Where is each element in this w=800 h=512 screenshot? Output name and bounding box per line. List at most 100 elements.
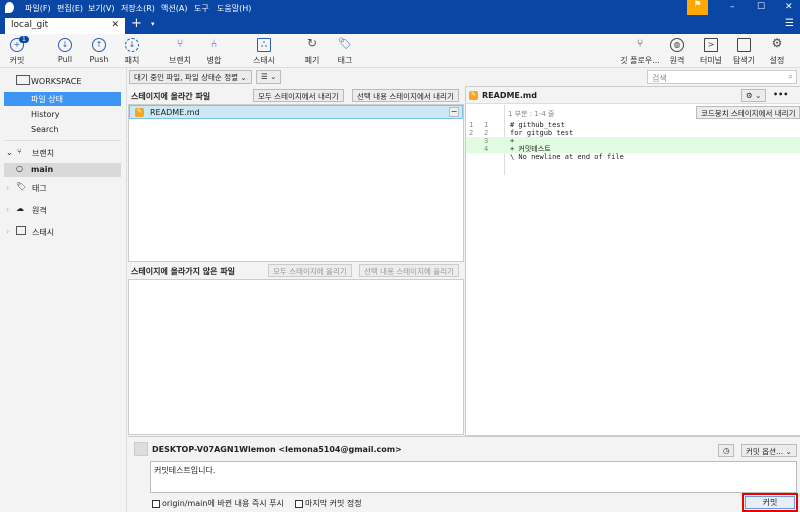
amend-commit-checkbox[interactable]: 마지막 커밋 정정 [295, 498, 362, 509]
tab-close-icon[interactable]: ✕ [111, 20, 119, 30]
globe-icon: ◍ [670, 38, 684, 52]
diff-line: 4 + 커밋테스트 [466, 145, 800, 153]
chevron-right-icon: › [6, 227, 10, 236]
fetch-button[interactable]: ↓ 패치 [110, 38, 154, 66]
merge-button[interactable]: ⑃ 병합 [192, 38, 236, 66]
staged-files-title: 스테이지에 올라간 파일 [131, 92, 211, 101]
view-mode-dropdown[interactable]: ☰ ⌄ [256, 70, 282, 84]
file-row[interactable]: ✎ README.md − [129, 105, 463, 119]
chevron-right-icon: › [6, 183, 10, 192]
maximize-button[interactable]: ☐ [757, 2, 765, 12]
diff-line: 1 1 # github_test [466, 121, 800, 129]
commit-count-badge: 1 [19, 36, 29, 43]
sidebar-item-history[interactable]: History [4, 108, 121, 122]
fetch-icon: ↓ [125, 38, 139, 52]
tag-button[interactable]: 🏷 태그 [323, 38, 367, 66]
tag-icon: 🏷 [338, 37, 352, 50]
modified-file-icon: ✎ [469, 91, 478, 100]
search-icon: ⌕ [788, 72, 793, 81]
unstaged-files-title: 스테이지에 올라가지 않은 파일 [131, 267, 236, 276]
history-icon[interactable]: ◷ [718, 444, 734, 457]
sidebar-section-remotes[interactable]: › ☁ 원격 [4, 203, 121, 217]
menu-actions[interactable]: 액션(A) [161, 3, 187, 14]
new-line-number: 3 [484, 137, 489, 145]
diff-line: 3 + [466, 137, 800, 145]
merge-icon: ⑃ [210, 37, 218, 50]
line-text: \ No newline at end of file [510, 153, 624, 161]
menu-view[interactable]: 보기(V) [88, 3, 114, 14]
workspace-label: WORKSPACE [31, 77, 82, 86]
old-line-number: 2 [469, 129, 474, 137]
unstage-selected-button[interactable]: 선택 내용 스테이지에서 내리기 [352, 89, 459, 102]
tag-icon: 🏷 [16, 182, 27, 191]
discard-icon: ↻ [306, 36, 318, 50]
diff-options-button[interactable]: ⚙ ⌄ [741, 89, 767, 102]
unstage-hunk-button[interactable]: 코드뭉치 스테이지에서 내리기 [696, 106, 800, 119]
commit-author: DESKTOP-V07AGN1Wlemon <lemona5104@gmail.… [152, 445, 402, 454]
line-text: + 커밋테스트 [510, 145, 551, 153]
staged-files-list: ✎ README.md − [128, 104, 464, 262]
unstage-file-button[interactable]: − [449, 107, 459, 117]
search-input[interactable]: 검색 ⌕ [647, 70, 797, 84]
sidebar-section-stashes[interactable]: › 스태시 [4, 225, 121, 239]
stage-all-button[interactable]: 모두 스테이지에 올리기 [268, 264, 352, 277]
sidebar-section-branches[interactable]: ⌄ ⑂ 브랜치 [4, 146, 121, 160]
divider [4, 140, 121, 141]
old-line-number: 1 [469, 121, 474, 129]
menu-tools[interactable]: 도구 [194, 3, 209, 14]
diff-file-name: README.md [482, 91, 537, 100]
new-line-number: 1 [484, 121, 489, 129]
arrow-up-circle-icon: ↑ [92, 38, 106, 52]
commit-options-dropdown[interactable]: 커밋 옵션... ⌄ [741, 444, 797, 457]
branch-icon: ⑂ [17, 147, 22, 156]
sidebar-item-main-branch[interactable]: ○ main [4, 163, 121, 177]
monitor-icon [16, 75, 30, 85]
menu-repository[interactable]: 저장소(R) [121, 3, 155, 14]
commit-button-highlight: 커밋 [742, 493, 798, 512]
toolbar: + 커밋 1 ↓ Pull ↑ Push ↓ 패치 ⑂ 브랜치 ⑃ 병합 ஃ 스태시 ↻ 폐기 … [0, 34, 800, 68]
line-text: # github_test [510, 121, 565, 129]
close-window-button[interactable]: ✕ [785, 2, 793, 12]
stage-selected-button[interactable]: 선택 내용 스테이지에 올리기 [359, 264, 459, 277]
settings-button[interactable]: ⚙ 설정 [755, 37, 799, 66]
new-tab-button[interactable]: + [131, 16, 142, 31]
new-line-number: 2 [484, 129, 489, 137]
minimize-button[interactable]: – [730, 2, 735, 12]
line-text: + [510, 137, 515, 145]
stash-button[interactable]: ஃ 스태시 [242, 38, 286, 66]
sidebar-item-file-status[interactable]: 파일 상태 [4, 92, 121, 106]
sidebar-item-search[interactable]: Search [4, 123, 121, 137]
app-logo-icon [5, 2, 14, 13]
menu-edit[interactable]: 편집(E) [57, 3, 83, 14]
diff-header: ✎ README.md ⚙ ⌄ ••• [466, 87, 800, 104]
more-options-icon[interactable]: ••• [773, 90, 788, 99]
push-immediately-checkbox[interactable]: origin/main에 바뀐 내용 즉시 푸시 [152, 498, 284, 509]
unstage-all-button[interactable]: 모두 스테이지에서 내리기 [253, 89, 344, 102]
commit-button[interactable]: 커밋 [745, 496, 795, 509]
stash-icon [16, 226, 26, 235]
checkbox [295, 499, 303, 508]
avatar [134, 442, 148, 456]
commit-toolbar-button[interactable]: + 커밋 1 [0, 36, 39, 66]
stash-icon: ஃ [257, 38, 271, 52]
branch-icon: ⑂ [176, 37, 184, 50]
line-text: for gitgub test [510, 129, 574, 137]
new-line-number: 4 [484, 145, 489, 153]
checkbox [152, 499, 160, 508]
tab-local-git[interactable]: local_git ✕ [5, 18, 125, 34]
sidebar: WORKSPACE 파일 상태 History Search ⌄ ⑂ 브랜치 ○ ma… [0, 68, 127, 512]
modified-file-icon: ✎ [135, 108, 144, 117]
diff-pane: ✎ README.md ⚙ ⌄ ••• 1 부분 : 1-4 줄 코드뭉치 스테… [465, 86, 800, 436]
tab-dropdown-icon[interactable]: ▾ [151, 20, 155, 28]
flag-icon[interactable]: ⚑ [687, 0, 708, 15]
hamburger-menu-icon[interactable]: ☰ [785, 18, 794, 29]
sort-dropdown[interactable]: 대기 중인 파일, 파일 상태순 정렬 ⌄ [129, 70, 252, 84]
title-bar: 파일(F) 편집(E) 보기(V) 저장소(R) 액션(A) 도구 도움말(H)… [0, 0, 800, 34]
menu-file[interactable]: 파일(F) [25, 3, 51, 14]
tab-label: local_git [11, 20, 49, 30]
hunk-header: 1 부분 : 1-4 줄 [508, 110, 555, 118]
terminal-icon: > [704, 38, 718, 52]
commit-message-input[interactable]: 커밋테스트입니다. [150, 461, 797, 493]
sidebar-section-tags[interactable]: › 🏷 태그 [4, 181, 121, 195]
menu-help[interactable]: 도움말(H) [217, 3, 251, 14]
